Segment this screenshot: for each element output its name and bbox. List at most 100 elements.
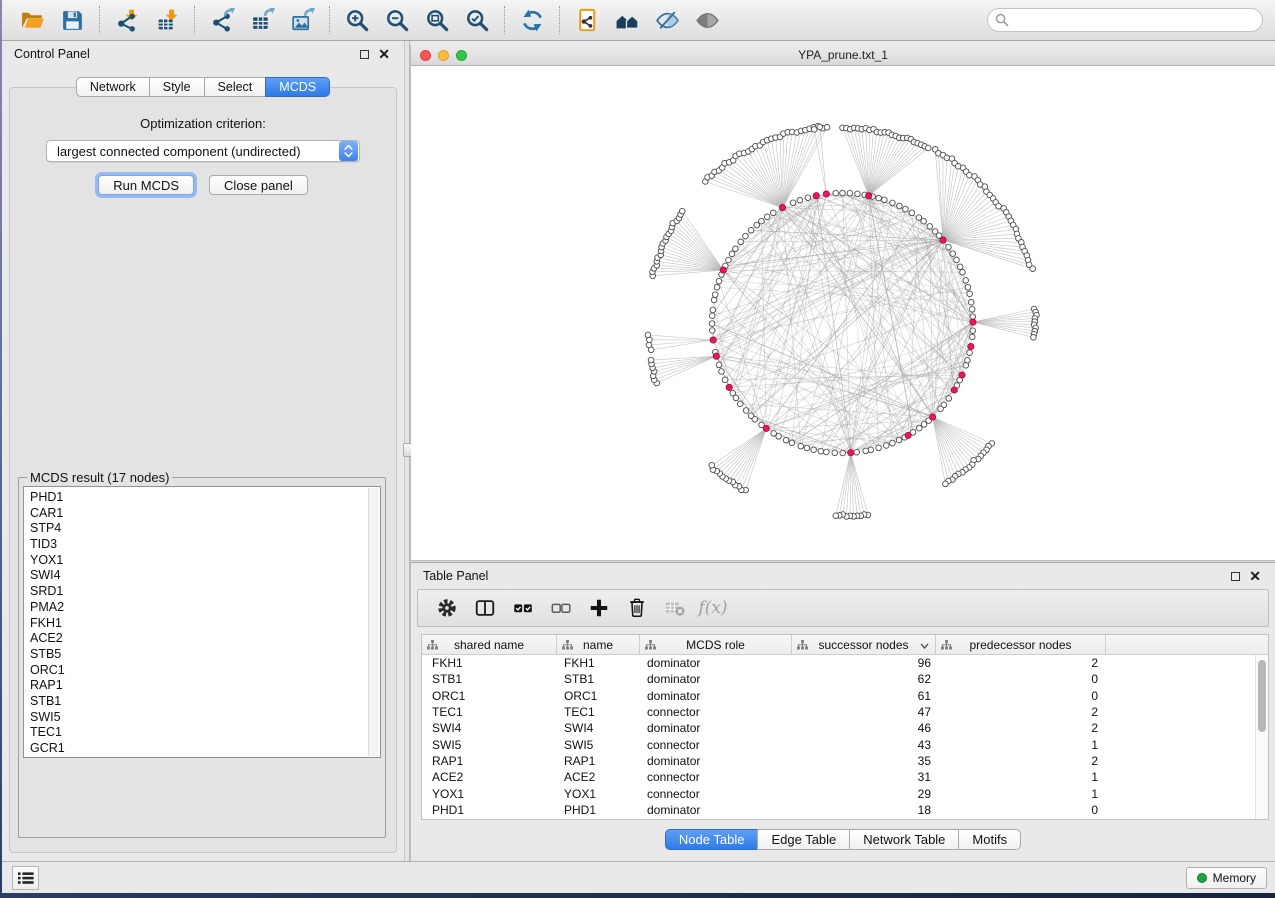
table-cell[interactable]: PHD1	[557, 802, 640, 818]
table-cell[interactable]: 2	[936, 655, 1106, 671]
mcds-result-item[interactable]: STP4	[30, 521, 380, 537]
show-network-overview-button[interactable]	[607, 3, 647, 37]
show-graphics-details-button[interactable]	[687, 3, 727, 37]
show-column-button[interactable]	[468, 592, 502, 624]
table-cell[interactable]: ACE2	[422, 769, 557, 785]
mcds-result-item[interactable]: RAP1	[30, 678, 380, 694]
tab-mcds[interactable]: MCDS	[265, 77, 330, 97]
table-cell[interactable]: ORC1	[557, 688, 640, 704]
control-panel-close-button[interactable]: ✕	[378, 49, 390, 59]
table-scrollbar[interactable]	[1255, 655, 1268, 819]
table-cell[interactable]: SWI5	[557, 736, 640, 752]
zoom-fit-button[interactable]	[417, 3, 457, 37]
table-cell[interactable]: FKH1	[557, 655, 640, 671]
table-cell[interactable]: 18	[792, 802, 936, 818]
table-cell[interactable]: RAP1	[422, 753, 557, 769]
mcds-result-item[interactable]: ORC1	[30, 663, 380, 679]
tab-network-table[interactable]: Network Table	[849, 829, 959, 850]
table-panel-close-button[interactable]: ✕	[1249, 571, 1261, 581]
table-cell[interactable]: 2	[936, 704, 1106, 720]
export-table-button[interactable]	[242, 3, 282, 37]
table-cell[interactable]: YOX1	[422, 785, 557, 801]
table-cell[interactable]: dominator	[640, 655, 792, 671]
table-row[interactable]: TEC1TEC1connector472	[422, 704, 1268, 720]
table-row[interactable]: RAP1RAP1dominator352	[422, 753, 1268, 769]
column-header-MCDS-role[interactable]: MCDS role	[640, 635, 792, 654]
table-row[interactable]: PHD1PHD1dominator180	[422, 802, 1268, 818]
table-cell[interactable]: connector	[640, 769, 792, 785]
table-cell[interactable]: dominator	[640, 671, 792, 687]
mcds-result-item[interactable]: TID3	[30, 537, 380, 553]
table-cell[interactable]: dominator	[640, 802, 792, 818]
table-cell[interactable]: STB1	[557, 671, 640, 687]
table-cell[interactable]: 31	[792, 769, 936, 785]
import-network-button[interactable]	[107, 3, 147, 37]
zoom-selected-button[interactable]	[457, 3, 497, 37]
table-cell[interactable]: dominator	[640, 720, 792, 736]
run-mcds-button[interactable]: Run MCDS	[98, 175, 194, 195]
tab-style[interactable]: Style	[149, 77, 205, 97]
table-cell[interactable]: 0	[936, 688, 1106, 704]
export-network-button[interactable]	[202, 3, 242, 37]
close-panel-button[interactable]: Close panel	[209, 175, 308, 195]
table-row[interactable]: SWI5SWI5connector431	[422, 736, 1268, 752]
mcds-result-item[interactable]: SWI4	[30, 568, 380, 584]
optimization-criterion-dropdown[interactable]: largest connected component (undirected)	[46, 140, 360, 162]
table-row[interactable]: FKH1FKH1dominator962	[422, 655, 1268, 671]
network-canvas[interactable]	[411, 66, 1275, 560]
vertical-splitter[interactable]	[404, 41, 410, 861]
table-cell[interactable]: 1	[936, 785, 1106, 801]
column-header-successor-nodes[interactable]: successor nodes	[792, 635, 936, 654]
select-all-button[interactable]	[506, 592, 540, 624]
table-cell[interactable]: dominator	[640, 753, 792, 769]
table-cell[interactable]: 29	[792, 785, 936, 801]
table-cell[interactable]: dominator	[640, 688, 792, 704]
mcds-result-item[interactable]: PMA2	[30, 600, 380, 616]
table-cell[interactable]: 0	[936, 802, 1106, 818]
table-cell[interactable]: 46	[792, 720, 936, 736]
table-row[interactable]: YOX1YOX1connector291	[422, 785, 1268, 801]
mcds-result-item[interactable]: STB1	[30, 694, 380, 710]
import-table-button[interactable]	[147, 3, 187, 37]
table-cell[interactable]: STB1	[422, 671, 557, 687]
table-cell[interactable]: 35	[792, 753, 936, 769]
table-cell[interactable]: connector	[640, 785, 792, 801]
zoom-out-button[interactable]	[377, 3, 417, 37]
table-scrollbar-thumb[interactable]	[1258, 660, 1266, 732]
column-header-name[interactable]: name	[557, 635, 640, 654]
refresh-view-button[interactable]	[512, 3, 552, 37]
new-network-from-selection-button[interactable]	[567, 3, 607, 37]
table-cell[interactable]: TEC1	[557, 704, 640, 720]
table-row[interactable]: ORC1ORC1dominator610	[422, 688, 1268, 704]
zoom-in-button[interactable]	[337, 3, 377, 37]
mcds-result-item[interactable]: CAR1	[30, 506, 380, 522]
delete-column-button[interactable]	[620, 592, 654, 624]
table-cell[interactable]: SWI4	[557, 720, 640, 736]
table-cell[interactable]: 61	[792, 688, 936, 704]
table-cell[interactable]: connector	[640, 736, 792, 752]
control-panel-float-button[interactable]	[360, 50, 369, 59]
export-image-button[interactable]	[282, 3, 322, 37]
tab-network[interactable]: Network	[76, 77, 150, 97]
tab-select[interactable]: Select	[204, 77, 267, 97]
column-header-shared-name[interactable]: shared name	[422, 635, 557, 654]
mcds-result-item[interactable]: FKH1	[30, 616, 380, 632]
table-cell[interactable]: SWI4	[422, 720, 557, 736]
tab-node-table[interactable]: Node Table	[665, 829, 759, 850]
table-cell[interactable]: 1	[936, 736, 1106, 752]
save-session-button[interactable]	[52, 3, 92, 37]
table-cell[interactable]: 2	[936, 753, 1106, 769]
column-header-predecessor-nodes[interactable]: predecessor nodes	[936, 635, 1106, 654]
table-cell[interactable]: YOX1	[557, 785, 640, 801]
table-cell[interactable]: 62	[792, 671, 936, 687]
table-panel-float-button[interactable]	[1231, 572, 1240, 581]
table-row[interactable]: SWI4SWI4dominator462	[422, 720, 1268, 736]
table-cell[interactable]: connector	[640, 704, 792, 720]
mcds-list-scrollbar[interactable]	[368, 488, 379, 756]
table-settings-button[interactable]	[430, 592, 464, 624]
show-task-history-button[interactable]	[12, 866, 39, 890]
open-file-button[interactable]	[12, 3, 52, 37]
create-column-button[interactable]	[582, 592, 616, 624]
table-cell[interactable]: SWI5	[422, 736, 557, 752]
table-cell[interactable]: 0	[936, 671, 1106, 687]
